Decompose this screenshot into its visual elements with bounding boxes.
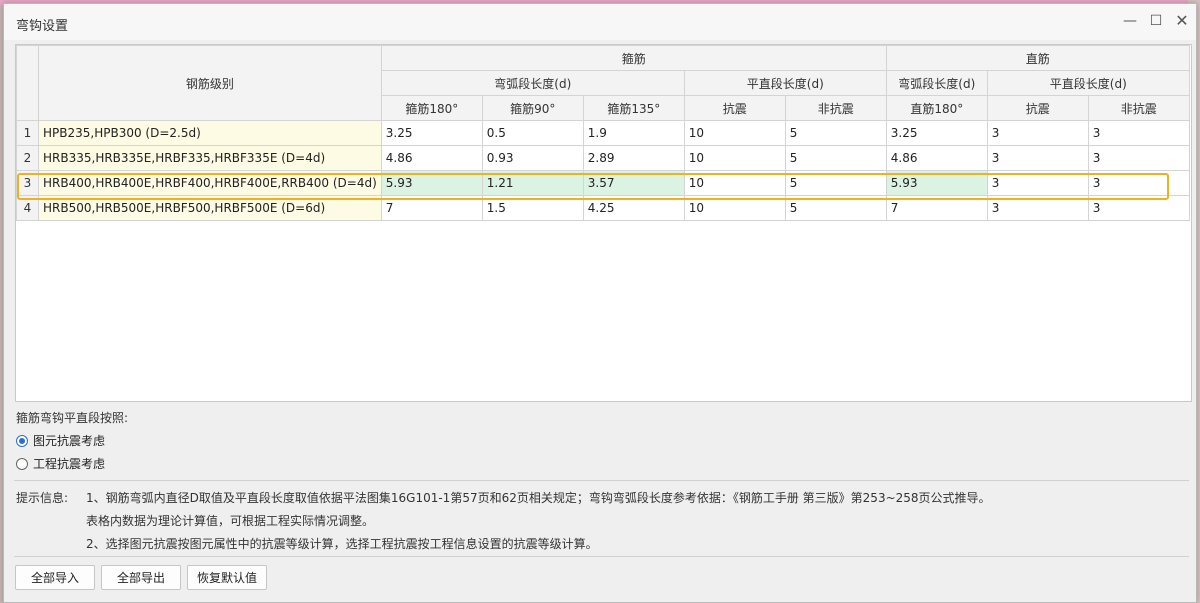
cell-s180[interactable]: 5.93 <box>885 170 988 196</box>
tip-line-2: 表格内数据为理论计算值，可根据工程实际情况调整。 <box>86 514 375 528</box>
radio-checked-icon[interactable] <box>16 434 28 447</box>
header-s-nonseismic: 非抗震 <box>1087 95 1190 121</box>
cell-nonseismic[interactable]: 5 <box>784 170 887 196</box>
cell-s180[interactable]: 3.25 <box>885 120 988 146</box>
radio-element-seismic-label[interactable]: 图元抗震考虑 <box>33 432 105 449</box>
radio-project-seismic[interactable]: 工程抗震考虑 <box>16 455 105 472</box>
header-c180: 箍筋180° <box>380 95 483 121</box>
grade-cell: HRB500,HRB500E,HRBF500,HRBF500E (D=6d) <box>38 195 382 221</box>
cell-seismic[interactable]: 10 <box>683 145 786 171</box>
divider <box>14 480 1189 481</box>
header-stirrup: 箍筋 <box>380 45 887 71</box>
cell-c90[interactable]: 0.93 <box>481 145 584 171</box>
radio-unchecked-icon[interactable] <box>16 457 28 470</box>
header-s180: 直筋180° <box>885 95 988 121</box>
cell-nonseismic[interactable]: 5 <box>784 145 887 171</box>
flat-section-label: 箍筋弯钩平直段按照: <box>16 411 129 425</box>
header-grade: 钢筋级别 <box>38 45 382 121</box>
cell-s-nonseismic[interactable]: 3 <box>1087 120 1190 146</box>
header-nonseismic: 非抗震 <box>784 95 887 121</box>
cell-seismic[interactable]: 10 <box>683 195 786 221</box>
tip-line-1: 1、钢筋弯弧内直径D取值及平直段长度取值依据平法图集16G101-1第57页和6… <box>86 491 991 505</box>
minimize-icon[interactable]: — <box>1120 13 1140 29</box>
cell-nonseismic[interactable]: 5 <box>784 120 887 146</box>
cell-s-seismic[interactable]: 3 <box>986 145 1089 171</box>
grade-cell: HRB335,HRB335E,HRBF335,HRBF335E (D=4d) <box>38 145 382 171</box>
export-all-button[interactable]: 全部导出 <box>101 565 181 590</box>
cell-s-seismic[interactable]: 3 <box>986 120 1089 146</box>
table-row-selected[interactable]: 3 HRB400,HRB400E,HRBF400,HRBF400E,RRB400… <box>16 170 1190 196</box>
header-stirrup-flat: 平直段长度(d) <box>683 70 887 96</box>
cell-c135[interactable]: 2.89 <box>582 145 685 171</box>
divider <box>14 556 1189 557</box>
corner-cell <box>16 45 39 121</box>
header-straight-arc: 弯弧段长度(d) <box>885 70 988 96</box>
cell-c90[interactable]: 1.5 <box>481 195 584 221</box>
cell-s-nonseismic[interactable]: 3 <box>1087 195 1190 221</box>
hook-table: 钢筋级别 箍筋 直筋 弯弧段长度(d) 平直段长度(d) 弯弧段长度(d) 平直… <box>16 45 1190 221</box>
radio-project-seismic-label[interactable]: 工程抗震考虑 <box>33 455 105 472</box>
cell-c180[interactable]: 5.93 <box>380 170 483 196</box>
cell-c180[interactable]: 3.25 <box>380 120 483 146</box>
header-seismic: 抗震 <box>683 95 786 121</box>
radio-element-seismic[interactable]: 图元抗震考虑 <box>16 432 105 449</box>
cell-c135[interactable]: 4.25 <box>582 195 685 221</box>
cell-c90[interactable]: 0.5 <box>481 120 584 146</box>
cell-s180[interactable]: 4.86 <box>885 145 988 171</box>
cell-c135[interactable]: 1.9 <box>582 120 685 146</box>
cell-s180[interactable]: 7 <box>885 195 988 221</box>
cell-nonseismic[interactable]: 5 <box>784 195 887 221</box>
header-s-seismic: 抗震 <box>986 95 1089 121</box>
grade-cell: HPB235,HPB300 (D=2.5d) <box>38 120 382 146</box>
row-number: 3 <box>16 170 39 196</box>
dialog-title: 弯钩设置 <box>16 19 69 34</box>
cell-s-seismic[interactable]: 3 <box>986 170 1089 196</box>
table-row[interactable]: 4 HRB500,HRB500E,HRBF500,HRBF500E (D=6d)… <box>16 195 1190 221</box>
hook-settings-dialog: 弯钩设置 — ☐ ✕ 钢筋级别 箍筋 直筋 弯弧段长度(d) 平直段长度(d) … <box>3 3 1197 603</box>
header-straight-flat: 平直段长度(d) <box>986 70 1190 96</box>
table-row[interactable]: 1 HPB235,HPB300 (D=2.5d) 3.25 0.5 1.9 10… <box>16 120 1190 146</box>
row-number: 2 <box>16 145 39 171</box>
title-bar: 弯钩设置 — ☐ ✕ <box>4 4 1196 40</box>
cell-s-seismic[interactable]: 3 <box>986 195 1089 221</box>
row-number: 1 <box>16 120 39 146</box>
import-all-button[interactable]: 全部导入 <box>15 565 95 590</box>
header-c90: 箍筋90° <box>481 95 584 121</box>
cell-seismic[interactable]: 10 <box>683 120 786 146</box>
restore-default-button[interactable]: 恢复默认值 <box>187 565 267 590</box>
cell-s-nonseismic[interactable]: 3 <box>1087 170 1190 196</box>
cell-seismic[interactable]: 10 <box>683 170 786 196</box>
hook-settings-grid: 钢筋级别 箍筋 直筋 弯弧段长度(d) 平直段长度(d) 弯弧段长度(d) 平直… <box>15 44 1192 402</box>
close-icon[interactable]: ✕ <box>1172 11 1192 30</box>
cell-c180[interactable]: 4.86 <box>380 145 483 171</box>
header-straight: 直筋 <box>885 45 1190 71</box>
header-c135: 箍筋135° <box>582 95 685 121</box>
cell-s-nonseismic[interactable]: 3 <box>1087 145 1190 171</box>
maximize-icon[interactable]: ☐ <box>1146 13 1166 29</box>
grade-cell: HRB400,HRB400E,HRBF400,HRBF400E,RRB400 (… <box>38 170 382 196</box>
cell-c135[interactable]: 3.57 <box>582 170 685 196</box>
table-row[interactable]: 2 HRB335,HRB335E,HRBF335,HRBF335E (D=4d)… <box>16 145 1190 171</box>
cell-c180[interactable]: 7 <box>380 195 483 221</box>
cell-c90[interactable]: 1.21 <box>481 170 584 196</box>
row-number: 4 <box>16 195 39 221</box>
header-stirrup-arc: 弯弧段长度(d) <box>380 70 685 96</box>
tip-line-3: 2、选择图元抗震按图元属性中的抗震等级计算，选择工程抗震按工程信息设置的抗震等级… <box>86 537 598 551</box>
tips-label: 提示信息: <box>16 491 69 505</box>
